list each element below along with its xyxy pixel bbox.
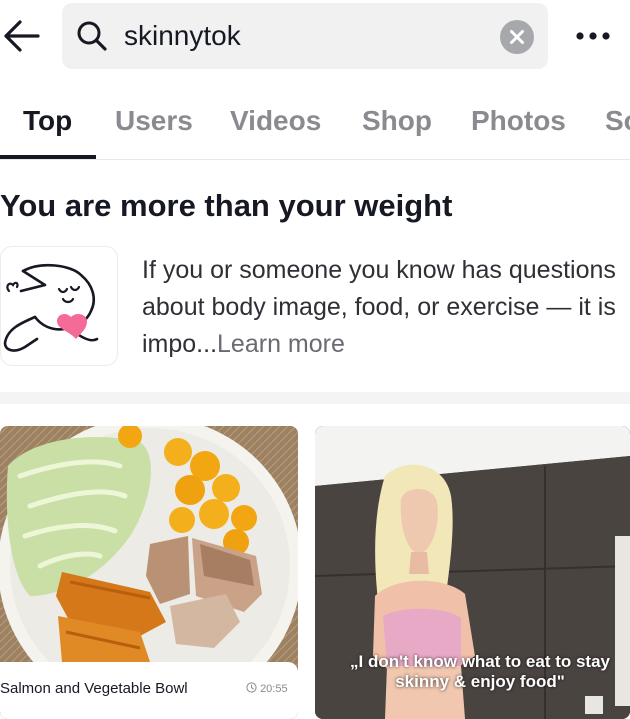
arrow-left-icon	[4, 20, 40, 52]
back-button[interactable]	[2, 18, 42, 54]
learn-more-link[interactable]: Learn more	[217, 330, 345, 358]
tab-sounds[interactable]: So	[605, 104, 630, 138]
search-input[interactable]: skinnytok	[124, 19, 241, 53]
video-caption-bar: Salmon and Vegetable Bowl 20:55	[0, 662, 298, 719]
clear-search-button[interactable]	[500, 20, 534, 54]
tab-top[interactable]: Top	[23, 104, 72, 138]
video-caption: Salmon and Vegetable Bowl	[0, 680, 188, 697]
video-time: 20:55	[246, 682, 288, 695]
tab-users[interactable]: Users	[115, 104, 193, 138]
tab-videos[interactable]: Videos	[230, 104, 321, 138]
ellipsis-icon	[576, 32, 610, 40]
video-tile-skinny-quote[interactable]: „I don't know what to eat to stay skinny…	[315, 426, 630, 719]
notice-illustration[interactable]	[0, 246, 118, 366]
video-time-text: 20:55	[260, 683, 288, 695]
section-divider	[0, 392, 630, 404]
notice-body: If you or someone you know has questions…	[142, 256, 616, 358]
video-tile-salmon-bowl[interactable]: Salmon and Vegetable Bowl 20:55	[0, 426, 298, 719]
search-icon	[77, 21, 107, 51]
search-bar[interactable]: skinnytok	[62, 3, 548, 69]
tab-photos[interactable]: Photos	[471, 104, 566, 138]
tab-shop[interactable]: Shop	[362, 104, 432, 138]
body-image-heart-icon	[3, 263, 99, 352]
clock-icon	[246, 682, 257, 693]
close-icon	[510, 30, 524, 44]
video-overlay-text: „I don't know what to eat to stay skinny…	[350, 652, 610, 691]
notice-text: If you or someone you know has questions…	[142, 252, 622, 363]
active-tab-indicator	[0, 155, 96, 159]
top-bar: skinnytok	[0, 0, 630, 72]
search-tabs: Top Users Videos Shop Photos So	[0, 90, 630, 160]
more-options-button[interactable]	[572, 18, 616, 54]
notice-title: You are more than your weight	[0, 188, 453, 223]
